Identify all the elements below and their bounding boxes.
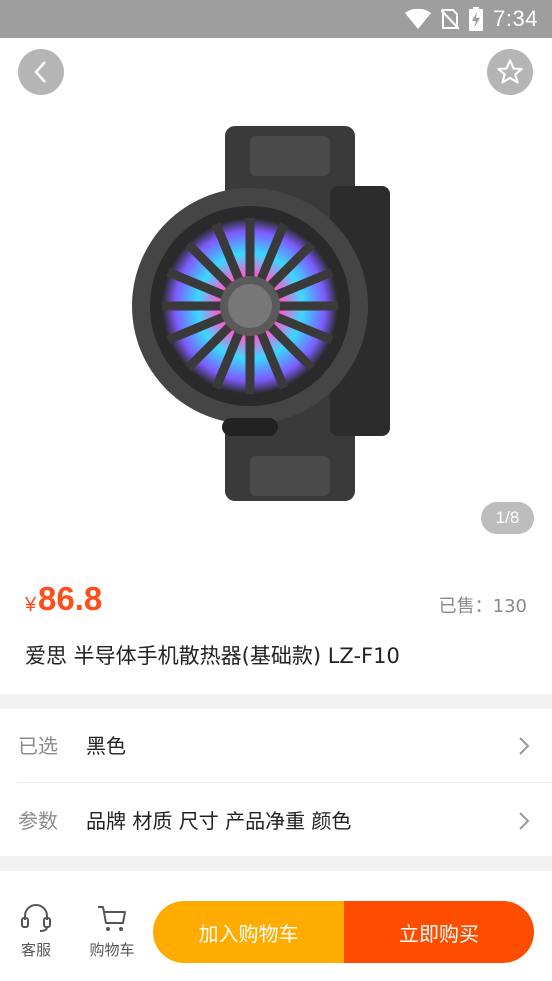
status-icons: 7:34 [405,0,538,38]
page-indicator: 1/8 [481,502,534,534]
headset-icon [21,904,51,932]
product-image [132,126,390,501]
cart-icon [98,906,126,931]
selected-option-row[interactable]: 已选 黑色 [18,710,552,783]
add-to-cart-button[interactable]: 加入购物车 [153,901,344,963]
params-value: 品牌 材质 尺寸 产品净重 颜色 [86,809,352,833]
selected-label: 已选 [18,734,58,758]
status-bar: 7:34 [0,0,552,38]
chevron-right-icon [519,737,530,755]
wifi-icon [405,9,432,29]
product-price: 86.8 [38,580,103,617]
chevron-right-icon [519,812,530,830]
sold-count: 已售：130 [438,596,527,617]
section-divider [0,694,552,709]
currency-symbol: ¥ [25,594,37,616]
product-gallery[interactable]: 1/8 [0,38,552,558]
cart-button[interactable]: 购物车 [82,903,142,960]
status-time: 7:34 [493,6,538,31]
favorite-button[interactable] [487,49,533,95]
params-row[interactable]: 参数 品牌 材质 尺寸 产品净重 颜色 [18,785,552,857]
params-label: 参数 [18,809,58,833]
no-sim-icon [441,9,460,30]
product-title: 爱思 半导体手机散热器(基础款) LZ-F10 [25,644,400,668]
bottom-action-bar: 客服 购物车 加入购物车 立即购买 [0,871,552,981]
battery-charging-icon [469,7,484,31]
price-row: ¥ 86.8 已售：130 [25,580,527,624]
chevron-left-icon [34,61,46,83]
star-icon [497,59,523,84]
selected-value: 黑色 [86,734,126,758]
back-button[interactable] [18,49,64,95]
cart-label: 购物车 [89,941,135,959]
buy-now-button[interactable]: 立即购买 [344,901,534,963]
customer-service-label: 客服 [20,941,51,959]
customer-service-button[interactable]: 客服 [6,903,66,960]
section-divider [0,856,552,871]
